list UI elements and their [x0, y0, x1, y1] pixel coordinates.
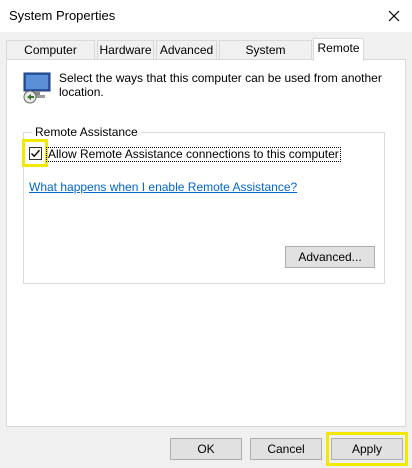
checkmark-icon	[31, 149, 41, 158]
remote-assistance-help-link[interactable]: What happens when I enable Remote Assist…	[29, 180, 297, 194]
ok-button[interactable]: OK	[170, 438, 242, 460]
remote-tab-panel: Select the ways that this computer can b…	[6, 59, 406, 427]
system-properties-window: System Properties Computer Name Hardware…	[0, 0, 412, 468]
close-icon	[388, 10, 400, 22]
cancel-button[interactable]: Cancel	[250, 438, 322, 460]
intro-text: Select the ways that this computer can b…	[59, 71, 382, 99]
title-bar: System Properties	[0, 0, 412, 32]
group-legend: Remote Assistance	[32, 125, 141, 139]
advanced-button[interactable]: Advanced...	[285, 246, 375, 268]
remote-computer-icon	[23, 72, 51, 104]
window-title: System Properties	[9, 8, 116, 23]
tab-hardware[interactable]: Hardware	[97, 40, 154, 60]
allow-remote-assistance-label[interactable]: Allow Remote Assistance connections to t…	[46, 147, 341, 162]
tab-system-protection[interactable]: System Protection	[219, 40, 312, 75]
tab-strip: Computer Name Hardware Advanced System P…	[6, 38, 406, 75]
tab-remote[interactable]: Remote	[313, 38, 364, 61]
close-button[interactable]	[377, 2, 411, 30]
tab-advanced[interactable]: Advanced	[156, 40, 217, 60]
allow-remote-assistance-checkbox[interactable]	[29, 147, 42, 160]
tab-computer-name[interactable]: Computer Name	[6, 40, 95, 75]
apply-button[interactable]: Apply	[331, 438, 403, 460]
